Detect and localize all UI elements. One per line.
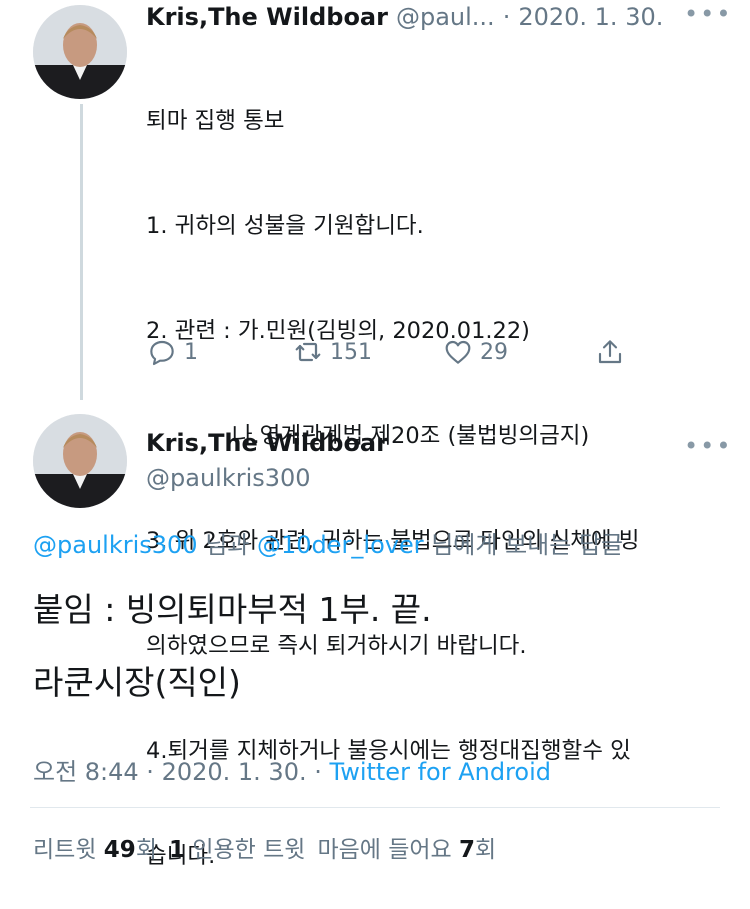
like-count: 29 bbox=[480, 339, 508, 365]
reply-icon bbox=[150, 340, 174, 366]
display-name[interactable]: Kris,The Wildboar bbox=[146, 3, 388, 31]
share-button[interactable] bbox=[594, 336, 626, 368]
thread-connector-line bbox=[80, 104, 83, 400]
tweet-meta: 오전 8:44 · 2020. 1. 30. · Twitter for And… bbox=[33, 752, 551, 787]
avatar[interactable] bbox=[33, 414, 127, 508]
mention-link[interactable]: @paulkris300 bbox=[33, 531, 198, 559]
engagement-stats: 리트윗 49회 1 인용한 트윗 마음에 들어요 7회 bbox=[33, 830, 496, 864]
heart-icon bbox=[445, 340, 471, 364]
reply-context-text: 님과 bbox=[197, 531, 257, 559]
body-line: 2. 관련 : 가.민원(김빙의, 2020.01.22) bbox=[146, 318, 530, 344]
tweet-timestamp[interactable]: 오전 8:44 · 2020. 1. 30. · bbox=[33, 758, 330, 786]
avatar[interactable] bbox=[33, 5, 127, 99]
quote-stat-count: 1 bbox=[168, 837, 185, 863]
tweet2-body-line: 붙임 : 빙의퇴마부적 1부. 끝. bbox=[33, 590, 432, 629]
reply-count: 1 bbox=[184, 339, 198, 365]
like-stat[interactable]: 마음에 들어요 7회 bbox=[317, 830, 496, 864]
retweet-stat-count: 49 bbox=[103, 837, 136, 863]
more-icon[interactable]: ••• bbox=[684, 0, 732, 28]
retweet-stat[interactable]: 리트윗 49회 bbox=[33, 830, 157, 864]
body-line: 1. 귀하의 성불을 기원합니다. bbox=[146, 213, 424, 239]
display-name[interactable]: Kris,The Wildboar bbox=[146, 429, 388, 457]
like-stat-label: 마음에 들어요 bbox=[317, 837, 452, 863]
avatar-photo-icon bbox=[33, 5, 127, 99]
mention-link[interactable]: @10der_lover bbox=[257, 531, 424, 559]
tweet2-body-line: 라쿤시장(직인) bbox=[33, 663, 241, 702]
quote-stat-label: 인용한 트윗 bbox=[192, 837, 306, 863]
tweet1-header: Kris,The Wildboar @paul... · 2020. 1. 30… bbox=[146, 0, 663, 34]
tweet-source-link[interactable]: Twitter for Android bbox=[330, 758, 551, 786]
like-button[interactable]: 29 bbox=[442, 336, 508, 368]
handle[interactable]: @paulkris300 bbox=[146, 464, 311, 492]
retweet-icon bbox=[295, 342, 321, 362]
like-stat-count: 7 bbox=[459, 837, 476, 863]
like-stat-unit: 회 bbox=[475, 837, 497, 863]
reply-context-text: 님에게 보내는 답글 bbox=[423, 531, 624, 559]
avatar-photo-icon bbox=[33, 414, 127, 508]
retweet-button[interactable]: 151 bbox=[292, 336, 372, 368]
share-icon bbox=[598, 340, 622, 364]
retweet-stat-unit: 회 bbox=[135, 837, 157, 863]
more-icon[interactable]: ••• bbox=[684, 432, 732, 460]
date-separator: · bbox=[502, 3, 511, 31]
handle[interactable]: @paul... bbox=[396, 3, 495, 31]
divider bbox=[30, 807, 720, 808]
retweet-count: 151 bbox=[330, 339, 372, 365]
tweet-date[interactable]: 2020. 1. 30. bbox=[518, 3, 663, 31]
retweet-stat-label: 리트윗 bbox=[33, 837, 97, 863]
quote-stat[interactable]: 1 인용한 트윗 bbox=[169, 830, 305, 864]
reply-context: @paulkris300 님과 @10der_lover 님에게 보내는 답글 bbox=[33, 525, 623, 560]
body-line: 퇴마 집행 통보 bbox=[146, 108, 285, 134]
reply-button[interactable]: 1 bbox=[146, 336, 198, 368]
